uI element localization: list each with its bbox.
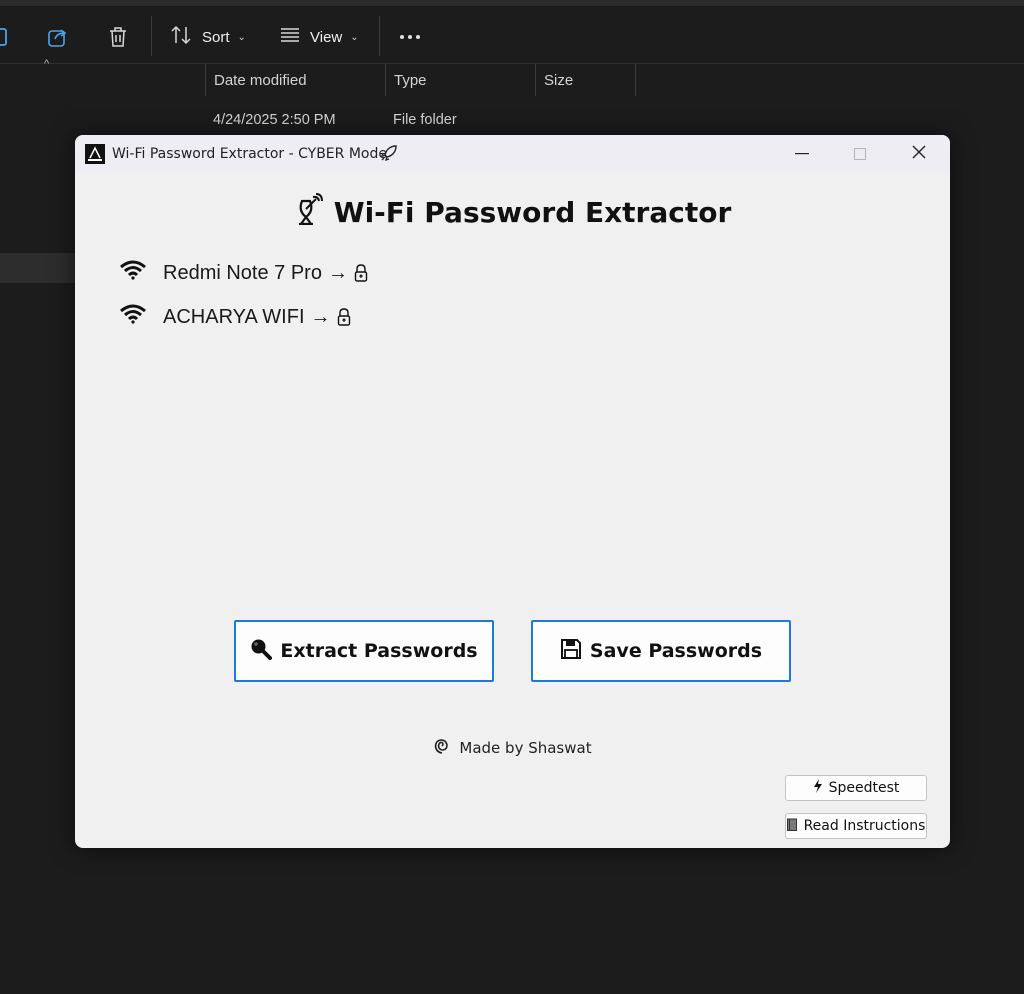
- chevron-down-icon: ⌄: [350, 32, 358, 43]
- heading-text: Wi-Fi Password Extractor: [334, 196, 732, 229]
- view-icon: [280, 27, 300, 47]
- network-item: Redmi Note 7 Pro →: [120, 259, 368, 287]
- toolbar-separator: [151, 16, 152, 56]
- read-instructions-label: Read Instructions: [804, 818, 926, 834]
- network-item: ACHARYA WIFI →: [120, 303, 351, 331]
- cyclone-icon: [433, 737, 451, 759]
- network-name: ACHARYA WIFI: [163, 306, 305, 329]
- wifi-extractor-window: Wi-Fi Password Extractor - CYBER Mode Wi…: [75, 135, 950, 848]
- minimize-button[interactable]: [773, 135, 831, 173]
- credit-text: Made by Shaswat: [459, 739, 591, 757]
- book-icon: [787, 818, 798, 835]
- floppy-disk-icon: [560, 638, 582, 665]
- speedtest-button[interactable]: Speedtest: [785, 775, 927, 801]
- satellite-antenna-icon: [294, 193, 324, 232]
- selected-row[interactable]: [0, 253, 75, 283]
- column-header-type[interactable]: Type: [385, 64, 535, 96]
- sort-label: Sort: [202, 29, 230, 46]
- rename-icon[interactable]: [0, 26, 14, 48]
- close-button[interactable]: [890, 135, 948, 173]
- file-type: File folder: [393, 112, 457, 128]
- extract-label: Extract Passwords: [280, 640, 477, 662]
- lock-icon: [354, 264, 368, 282]
- delete-icon[interactable]: [107, 26, 129, 48]
- read-instructions-button[interactable]: Read Instructions: [785, 813, 927, 839]
- save-label: Save Passwords: [590, 640, 762, 662]
- speedtest-label: Speedtest: [829, 780, 900, 796]
- network-arrow: →: [328, 262, 348, 285]
- sort-caret-icon: ^: [44, 58, 49, 70]
- chevron-down-icon: ⌄: [238, 32, 246, 43]
- view-button[interactable]: View ⌄: [280, 24, 359, 50]
- page-title: Wi-Fi Password Extractor: [75, 193, 950, 232]
- lock-icon: [337, 308, 351, 326]
- wifi-icon: [120, 304, 146, 330]
- rocket-icon: [380, 144, 398, 167]
- explorer-toolbar: Sort ⌄ View ⌄: [0, 6, 1024, 64]
- network-name: Redmi Note 7 Pro: [163, 262, 322, 285]
- window-title: Wi-Fi Password Extractor - CYBER Mode: [112, 146, 387, 162]
- network-arrow: →: [311, 306, 331, 329]
- column-header-size[interactable]: Size: [535, 64, 636, 96]
- more-options-icon[interactable]: [399, 26, 421, 48]
- extract-passwords-button[interactable]: Extract Passwords: [234, 620, 494, 682]
- share-icon[interactable]: [47, 26, 69, 48]
- lightning-icon: [813, 779, 823, 797]
- save-passwords-button[interactable]: Save Passwords: [531, 620, 791, 682]
- credit-line: Made by Shaswat: [75, 737, 950, 759]
- file-date: 4/24/2025 2:50 PM: [213, 112, 336, 128]
- close-icon: [912, 145, 926, 164]
- window-titlebar[interactable]: Wi-Fi Password Extractor - CYBER Mode: [75, 135, 950, 173]
- maximize-button[interactable]: [831, 135, 889, 173]
- view-label: View: [310, 29, 342, 46]
- wifi-icon: [120, 260, 146, 286]
- column-header-date[interactable]: Date modified: [205, 64, 385, 96]
- app-icon: [85, 144, 105, 164]
- sort-button[interactable]: Sort ⌄: [170, 24, 246, 50]
- sort-icon: [170, 25, 192, 49]
- magnifier-icon: [250, 638, 272, 665]
- toolbar-separator: [379, 16, 380, 56]
